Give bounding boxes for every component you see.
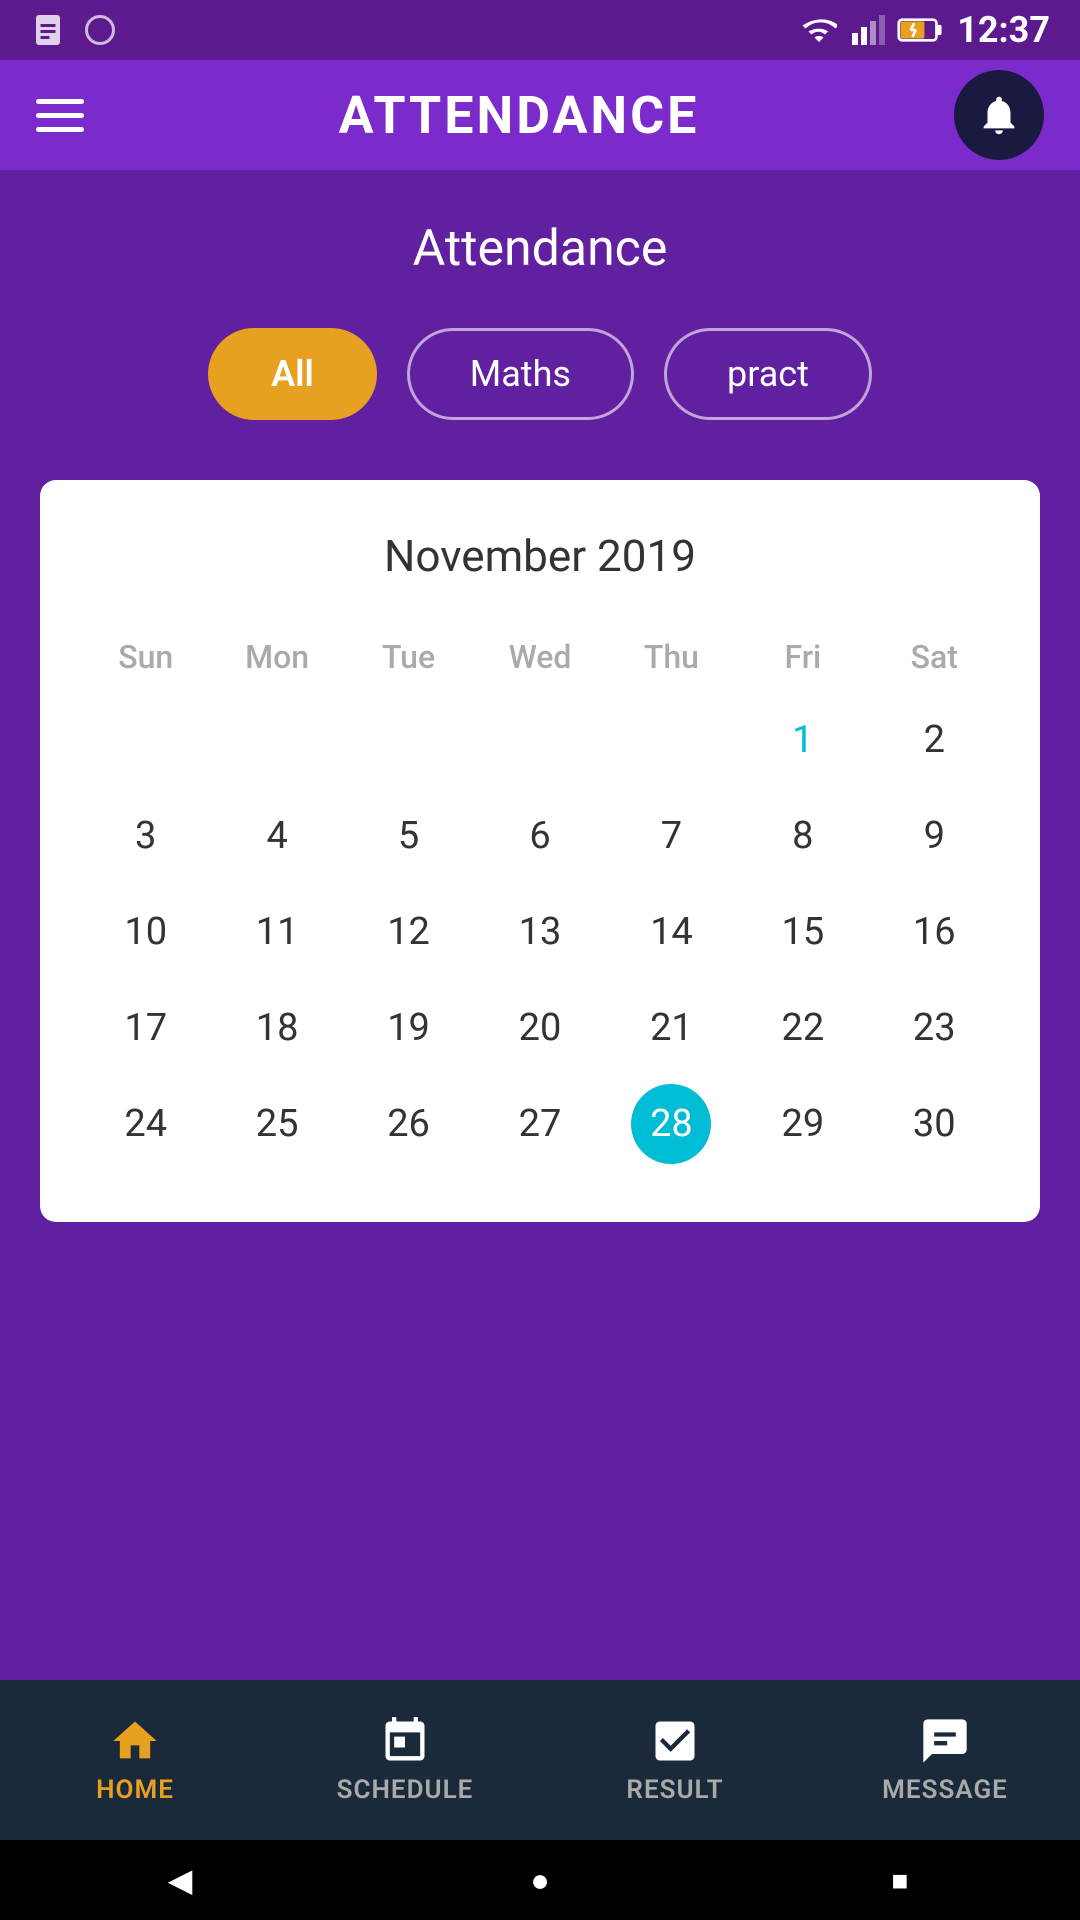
recents-button[interactable]: ■ bbox=[870, 1850, 930, 1910]
cal-day-1[interactable]: 1 bbox=[737, 692, 868, 788]
day-header-sat: Sat bbox=[869, 622, 1000, 692]
nav-result-label: RESULT bbox=[626, 1775, 723, 1805]
cal-day-25[interactable]: 25 bbox=[211, 1076, 342, 1172]
nav-schedule-label: SCHEDULE bbox=[337, 1775, 474, 1805]
cal-day-28-selected[interactable]: 28 bbox=[631, 1084, 711, 1164]
result-icon bbox=[649, 1715, 701, 1767]
system-nav: ◀ ● ■ bbox=[0, 1840, 1080, 1920]
day-header-mon: Mon bbox=[211, 622, 342, 692]
cal-day-4[interactable]: 4 bbox=[211, 788, 342, 884]
cal-empty bbox=[606, 692, 737, 788]
nav-message-label: MESSAGE bbox=[882, 1775, 1008, 1805]
calendar-grid: Sun Mon Tue Wed Thu Fri Sat 1 2 3 4 5 6 … bbox=[80, 622, 1000, 1172]
filter-maths[interactable]: Maths bbox=[407, 328, 634, 420]
filter-tabs: All Maths pract bbox=[208, 328, 872, 420]
nav-home-label: HOME bbox=[96, 1775, 174, 1805]
cal-empty bbox=[211, 692, 342, 788]
message-icon bbox=[919, 1715, 971, 1767]
cal-day-24[interactable]: 24 bbox=[80, 1076, 211, 1172]
cal-day-13[interactable]: 13 bbox=[474, 884, 605, 980]
schedule-icon bbox=[379, 1715, 431, 1767]
cal-day-7[interactable]: 7 bbox=[606, 788, 737, 884]
cal-day-11[interactable]: 11 bbox=[211, 884, 342, 980]
cal-day-30[interactable]: 30 bbox=[869, 1076, 1000, 1172]
cal-day-10[interactable]: 10 bbox=[80, 884, 211, 980]
calendar-month: November 2019 bbox=[80, 530, 1000, 582]
home-icon bbox=[109, 1715, 161, 1767]
home-button[interactable]: ● bbox=[510, 1850, 570, 1910]
app-bar: ATTENDANCE bbox=[0, 60, 1080, 170]
page-heading: Attendance bbox=[413, 220, 668, 278]
cal-day-21[interactable]: 21 bbox=[606, 980, 737, 1076]
cal-day-14[interactable]: 14 bbox=[606, 884, 737, 980]
cal-day-6[interactable]: 6 bbox=[474, 788, 605, 884]
cal-day-29[interactable]: 29 bbox=[737, 1076, 868, 1172]
cal-day-16[interactable]: 16 bbox=[869, 884, 1000, 980]
calendar-card: November 2019 Sun Mon Tue Wed Thu Fri Sa… bbox=[40, 480, 1040, 1222]
nav-schedule[interactable]: SCHEDULE bbox=[270, 1715, 540, 1805]
cal-day-23[interactable]: 23 bbox=[869, 980, 1000, 1076]
bell-icon bbox=[976, 92, 1022, 138]
menu-button[interactable] bbox=[36, 99, 84, 132]
filter-all[interactable]: All bbox=[208, 328, 377, 420]
wifi-icon bbox=[801, 12, 837, 48]
cal-day-26[interactable]: 26 bbox=[343, 1076, 474, 1172]
day-header-fri: Fri bbox=[737, 622, 868, 692]
cal-day-19[interactable]: 19 bbox=[343, 980, 474, 1076]
cal-day-15[interactable]: 15 bbox=[737, 884, 868, 980]
sim-icon bbox=[30, 12, 66, 48]
status-right: 12:37 bbox=[801, 9, 1050, 51]
cal-day-3[interactable]: 3 bbox=[80, 788, 211, 884]
day-header-sun: Sun bbox=[80, 622, 211, 692]
circle-icon bbox=[82, 12, 118, 48]
signal-icon bbox=[849, 12, 885, 48]
cal-day-17[interactable]: 17 bbox=[80, 980, 211, 1076]
filter-pract[interactable]: pract bbox=[664, 328, 872, 420]
cal-day-22[interactable]: 22 bbox=[737, 980, 868, 1076]
cal-empty bbox=[343, 692, 474, 788]
status-left bbox=[30, 12, 118, 48]
back-button[interactable]: ◀ bbox=[150, 1850, 210, 1910]
main-content: Attendance All Maths pract November 2019… bbox=[0, 170, 1080, 1680]
cal-day-18[interactable]: 18 bbox=[211, 980, 342, 1076]
nav-home[interactable]: HOME bbox=[0, 1715, 270, 1805]
day-header-tue: Tue bbox=[343, 622, 474, 692]
cal-empty bbox=[474, 692, 605, 788]
cal-day-8[interactable]: 8 bbox=[737, 788, 868, 884]
day-header-thu: Thu bbox=[606, 622, 737, 692]
cal-day-27[interactable]: 27 bbox=[474, 1076, 605, 1172]
cal-day-20[interactable]: 20 bbox=[474, 980, 605, 1076]
cal-day-2[interactable]: 2 bbox=[869, 692, 1000, 788]
app-bar-title: ATTENDANCE bbox=[339, 85, 700, 146]
day-header-wed: Wed bbox=[474, 622, 605, 692]
nav-message[interactable]: MESSAGE bbox=[810, 1715, 1080, 1805]
notification-button[interactable] bbox=[954, 70, 1044, 160]
cal-empty bbox=[80, 692, 211, 788]
bottom-nav: HOME SCHEDULE RESULT MESSAGE bbox=[0, 1680, 1080, 1840]
cal-day-5[interactable]: 5 bbox=[343, 788, 474, 884]
nav-result[interactable]: RESULT bbox=[540, 1715, 810, 1805]
battery-icon bbox=[897, 16, 945, 44]
time-display: 12:37 bbox=[957, 9, 1050, 51]
cal-day-9[interactable]: 9 bbox=[869, 788, 1000, 884]
cal-day-12[interactable]: 12 bbox=[343, 884, 474, 980]
status-bar: 12:37 bbox=[0, 0, 1080, 60]
